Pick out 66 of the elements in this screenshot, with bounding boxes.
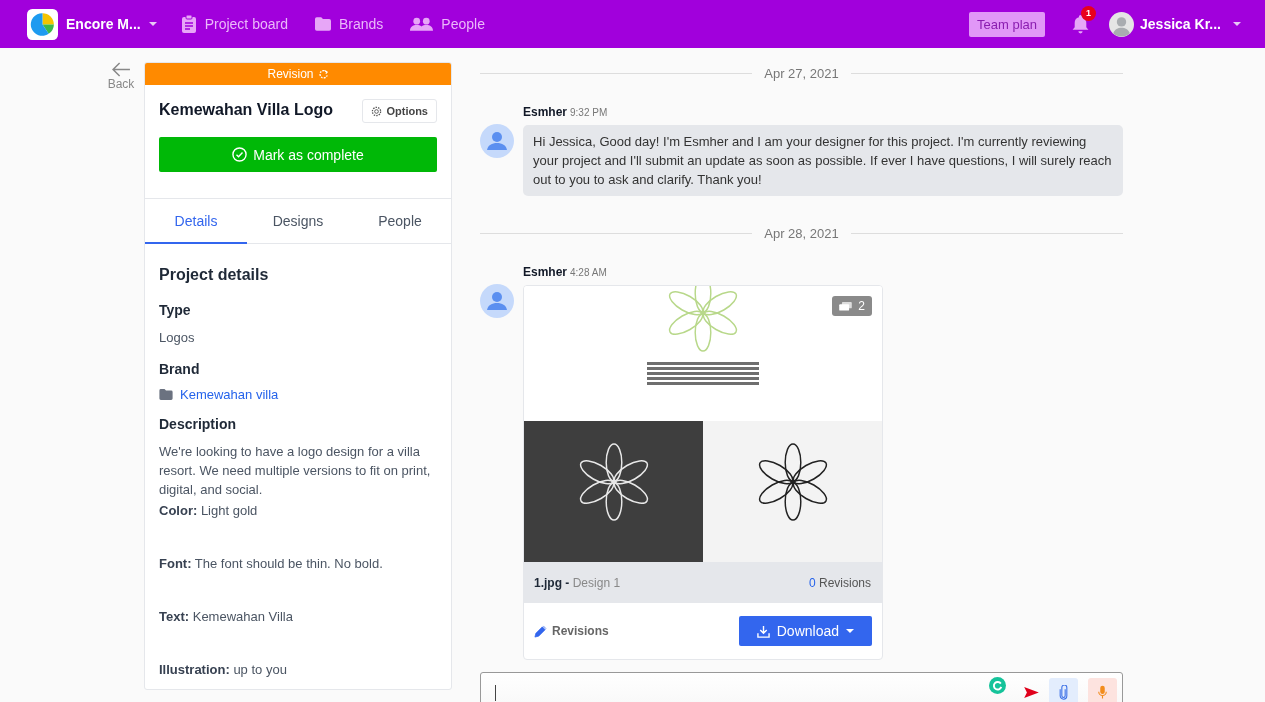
left-arrow-icon [111,62,131,77]
field-value: We're looking to have a logo design for a villa resort. We need multiple versions to fit on print, digital, and social. [159,443,432,499]
requirement-note: Color: Light gold [159,503,259,518]
download-icon [756,624,770,638]
project-title: Kemewahan Villa Logo [159,101,333,119]
paperclip-icon [1059,685,1068,700]
tab[interactable]: People [349,199,451,244]
requirement-note: Text: Kemewahan Villa [159,609,294,624]
date-separator: Apr 28, 2021 [764,225,839,241]
revisions-link[interactable]: Revisions [534,624,609,638]
file-name: 1.jpg - Design 1 [534,575,621,590]
nav-link[interactable]: Project board [180,15,288,33]
folder-icon [314,15,331,33]
folder-icon [159,389,173,400]
tab[interactable]: Details [145,199,247,244]
message-bubble: Hi Jessica, Good day! I'm Esmher and I am your designer for this project. I'm currently reviewing your project and I'll submit an update as soon as possible. If ever I have questions, I will surely reach out to you to ask and clarify. Thank you! [523,125,1123,196]
revision-count: 0 Revisions [808,575,871,590]
pencil-icon [534,624,547,638]
design-preview-image[interactable] [703,421,882,562]
user-name[interactable]: Jessica Kr... [1140,16,1221,32]
date-separator: Apr 27, 2021 [764,65,839,81]
section-heading: Project details [159,266,270,284]
microphone-button[interactable] [1088,678,1117,702]
message-time: 9:32 PM [570,107,608,118]
team-plan-button[interactable]: Team plan [969,11,1046,37]
brand-link[interactable]: Kemewahan villa [180,387,279,402]
field-value: Logos [159,329,196,347]
caret-icon [846,629,854,633]
message-time: 4:28 AM [570,267,607,278]
author-name: Esmher [523,105,568,119]
microphone-icon [1098,685,1107,700]
caret-icon[interactable] [148,22,157,26]
refresh-icon [317,68,329,80]
stack-icon [839,301,853,311]
image-count-badge: 2 [832,296,872,316]
clipboard-icon [180,15,197,33]
field-label: Description [159,416,237,432]
requirement-note: Illustration: up to you [159,662,288,677]
nav-link[interactable]: People [410,16,485,32]
requirement-note: Font: The font should be thin. No bold. [159,556,384,571]
nav-link[interactable]: Brands [314,15,384,33]
attach-button[interactable] [1049,678,1078,702]
check-circle-icon [232,147,248,162]
notification-count: 1 [1081,5,1097,21]
send-icon[interactable] [1024,687,1039,698]
mark-complete-button[interactable]: Mark as complete [159,137,437,172]
back-button[interactable]: Back [106,62,136,702]
workspace-name[interactable]: Encore M... [66,16,141,32]
pie-chart-logo-icon[interactable] [27,8,58,40]
caret-icon[interactable] [1233,22,1241,26]
tab[interactable]: Designs [247,199,349,244]
download-button[interactable]: Download [738,616,872,646]
options-button[interactable]: Options [362,99,437,123]
design-preview-image[interactable] [524,421,703,562]
people-icon [410,17,434,31]
gear-icon [371,105,383,117]
bell-icon[interactable] [1072,14,1090,34]
message-input-field[interactable] [480,672,1123,702]
avatar-icon[interactable] [1109,11,1135,37]
avatar-icon [480,284,514,318]
field-label: Brand [159,361,201,377]
avatar-icon [480,124,514,158]
refresh-circle-icon[interactable] [989,677,1006,694]
status-label: Revision [267,67,314,81]
field-label: Type [159,302,192,318]
author-name: Esmher [523,265,568,279]
